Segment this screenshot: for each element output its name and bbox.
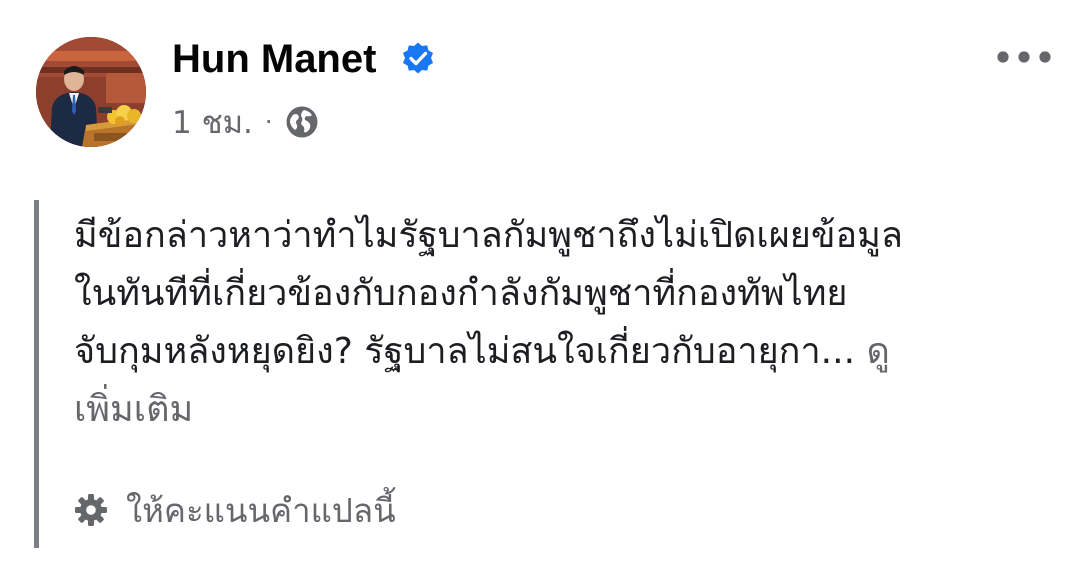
post-text-line: มีข้อกล่าวหาว่าทำไมรัฐบาลกัมพูชาถึงไม่เป… [74,215,903,256]
gear-icon [75,494,107,526]
verified-badge-icon [403,42,433,74]
avatar-photo [36,37,146,147]
post-timestamp[interactable]: 1 ชม. [172,97,253,147]
post-text-line: ในทันทีที่เกี่ยวข้องกับกองกำลังกัมพูชาที… [74,273,848,314]
see-more-link-continued[interactable]: เพิ่มเติม [74,381,1034,439]
post-header: Hun Manet 1 ชม. · [0,0,1080,160]
author-avatar[interactable] [36,37,146,147]
rate-translation-label: ให้คะแนนคำแปลนี้ [126,490,396,530]
post-meta: 1 ชม. · [172,100,319,144]
post-text-fragment: จับกุมหลังหยุดยิง? รัฐบาลไม่สนใจเกี่ยวกั… [74,331,856,372]
globe-icon[interactable] [285,105,319,139]
rate-translation-button[interactable]: ให้คะแนนคำแปลนี้ [74,484,396,536]
author-name[interactable]: Hun Manet [172,33,376,85]
more-horizontal-icon [997,51,1009,63]
more-options-button[interactable] [994,40,1054,74]
meta-separator: · [264,108,273,136]
quote-bar [34,200,39,548]
see-more-link[interactable]: ดู [855,331,889,372]
post-text-line: จับกุมหลังหยุดยิง? รัฐบาลไม่สนใจเกี่ยวกั… [74,323,1034,381]
post-text: มีข้อกล่าวหาว่าทำไมรัฐบาลกัมพูชาถึงไม่เป… [74,207,1034,439]
